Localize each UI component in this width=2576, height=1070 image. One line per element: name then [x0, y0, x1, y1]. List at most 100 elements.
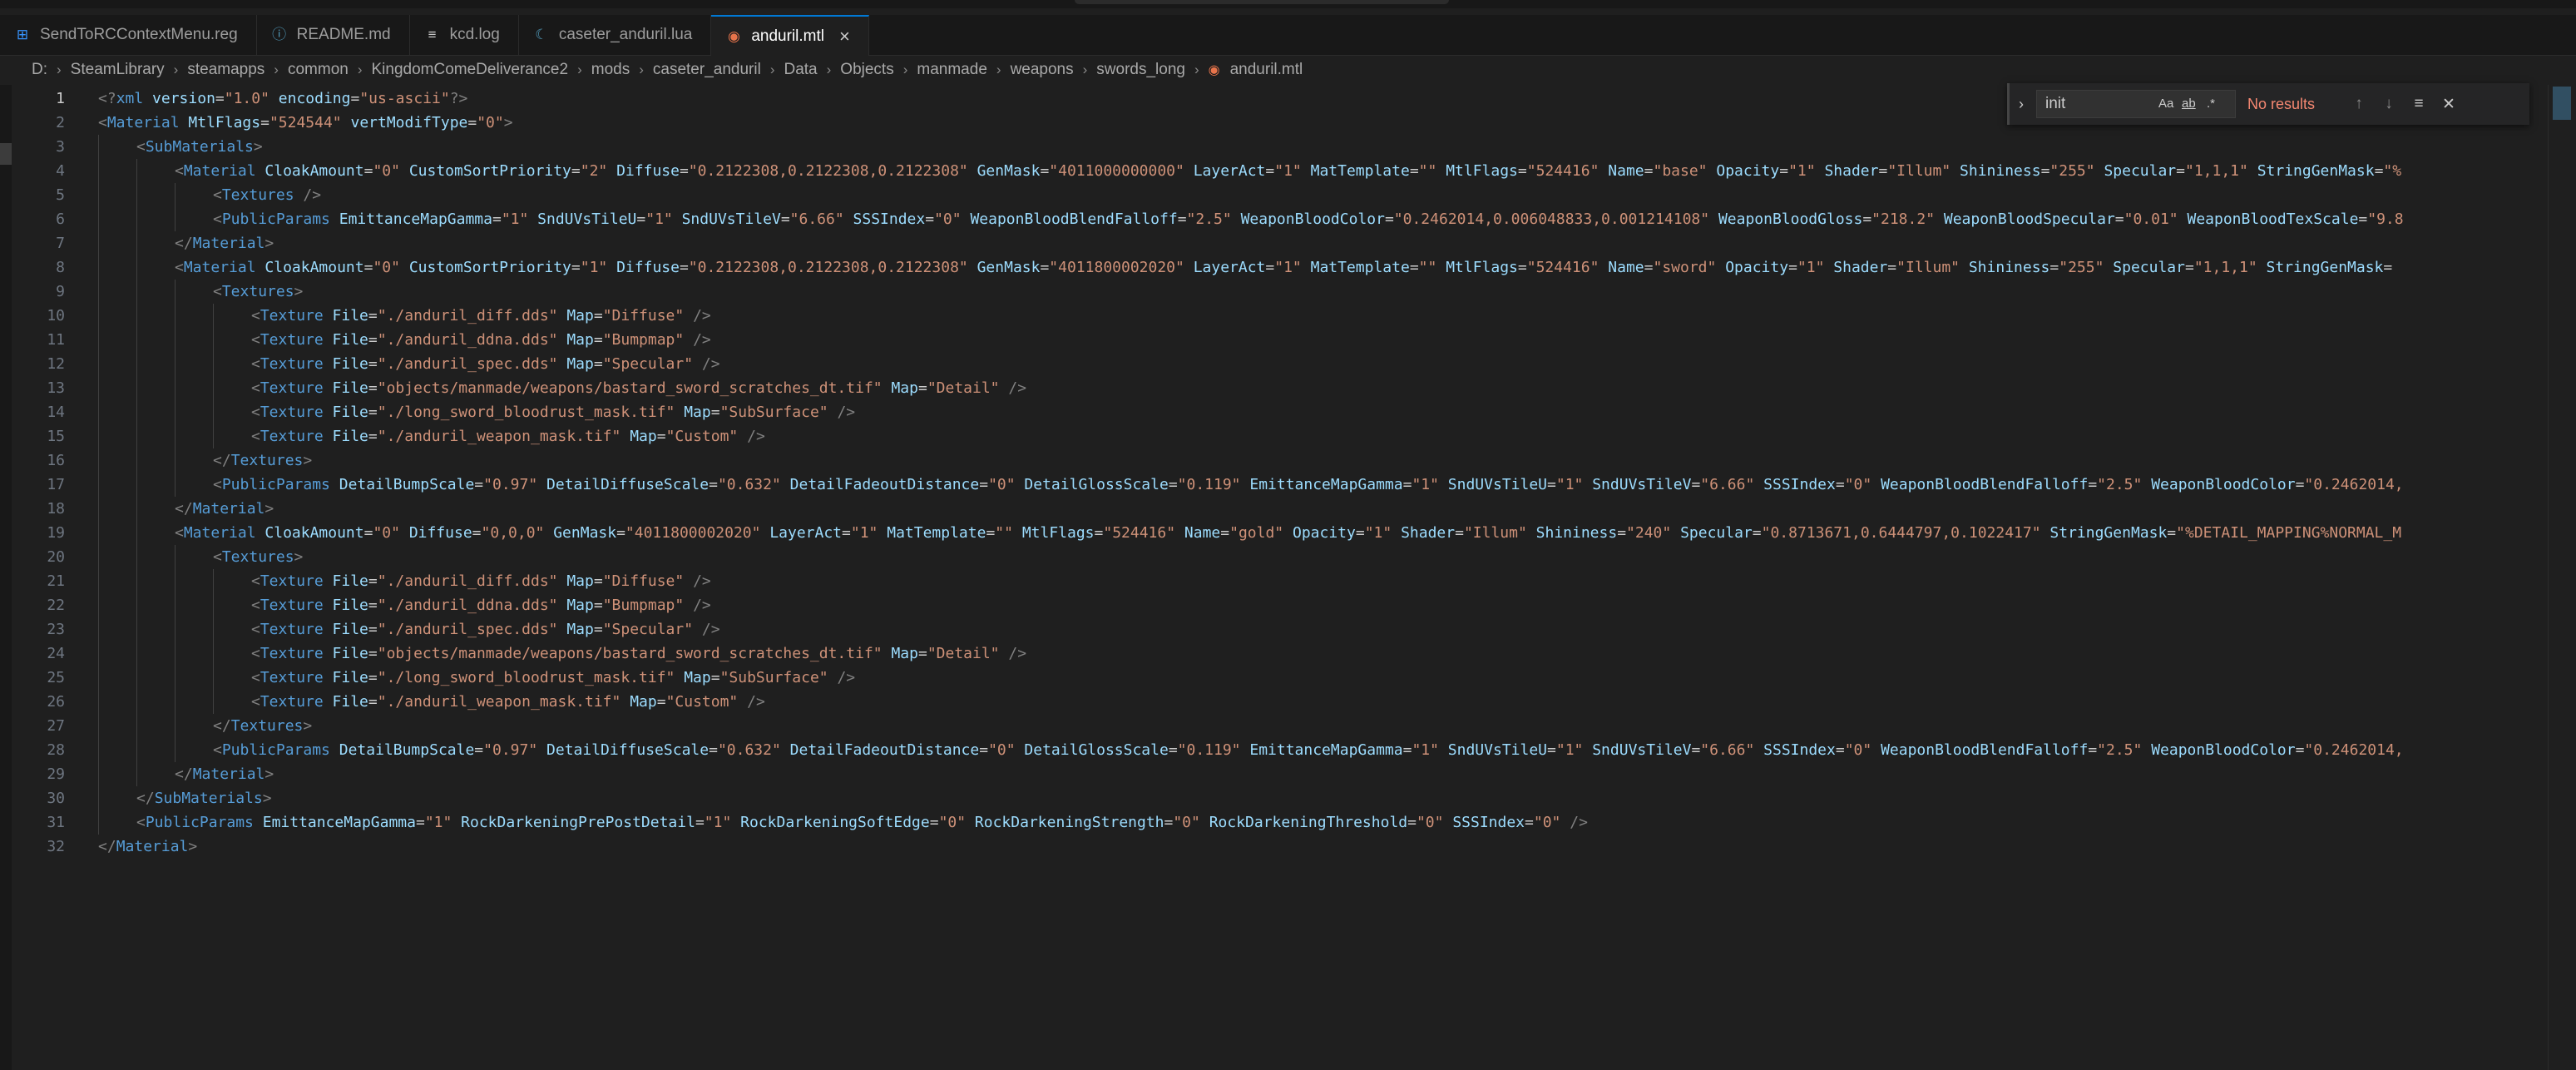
code-line[interactable]: 28 <PublicParams DetailBumpScale="0.97" D…: [12, 738, 2549, 762]
whole-word-icon[interactable]: ab: [2182, 95, 2196, 113]
code-line[interactable]: 32 </Material>: [12, 835, 2549, 859]
token-str: "2": [580, 162, 608, 180]
token-p: =: [492, 211, 502, 228]
token-br: />: [701, 355, 720, 373]
code-line[interactable]: 19 <Material CloakAmount="0" Diffuse="0,0…: [12, 521, 2549, 545]
code-line[interactable]: 21 <Texture File="./anduril_diff.dds" Map…: [12, 569, 2549, 593]
token-attr: File: [332, 404, 368, 421]
code-line[interactable]: 25 <Texture File="./long_sword_bloodrust_…: [12, 666, 2549, 690]
indent-guide: [98, 786, 99, 810]
token-p: [1184, 162, 1194, 180]
next-match-arrow-down-icon[interactable]: ↓: [2374, 95, 2404, 113]
token-p: =: [2184, 259, 2194, 276]
line-number: 20: [47, 548, 65, 566]
find-in-selection-icon[interactable]: ≡: [2404, 95, 2434, 113]
token-attr: LayerAct: [1193, 259, 1266, 276]
breadcrumb-item[interactable]: caseter_anduril: [653, 61, 761, 79]
code-line[interactable]: 4 <Material CloakAmount="0" CustomSortPri…: [12, 159, 2549, 183]
token-attr: EmittanceMapGamma: [339, 211, 492, 228]
code-line[interactable]: 17 <PublicParams DetailBumpScale="0.97" D…: [12, 473, 2549, 497]
breadcrumb-item[interactable]: D:: [32, 61, 47, 79]
token-p: [1583, 476, 1592, 493]
tab-anduril-mtl[interactable]: ◉ anduril.mtl ×: [711, 15, 869, 56]
code-line[interactable]: 24 <Texture File="objects/manmade/weapons…: [12, 642, 2549, 666]
close-icon[interactable]: ×: [839, 26, 850, 47]
tab-readme-md[interactable]: ⓘ README.md: [257, 15, 410, 55]
code-line[interactable]: 7 </Material>: [12, 231, 2549, 255]
breadcrumb-item[interactable]: weapons: [1011, 61, 1074, 79]
token-str: "0": [373, 259, 400, 276]
indent-guide: [98, 521, 99, 545]
breadcrumb-item[interactable]: Objects: [840, 61, 893, 79]
code-line[interactable]: 30 </SubMaterials>: [12, 786, 2549, 810]
token-p: [1951, 162, 1960, 180]
token-p: =: [368, 428, 378, 445]
code-line[interactable]: 5 <Textures />: [12, 183, 2549, 207]
previous-match-arrow-up-icon[interactable]: ↑: [2344, 95, 2374, 113]
code-line[interactable]: 29 </Material>: [12, 762, 2549, 786]
breadcrumb-item[interactable]: swords_long: [1096, 61, 1185, 79]
token-p: =: [1887, 259, 1897, 276]
command-center[interactable]: [1075, 0, 1449, 4]
token-p: [537, 741, 546, 759]
code-line[interactable]: 31 <PublicParams EmittanceMapGamma="1" Ro…: [12, 810, 2549, 835]
breadcrumb-item[interactable]: mods: [591, 61, 630, 79]
breadcrumb-item[interactable]: manmade: [917, 61, 987, 79]
breadcrumb-item[interactable]: KingdomComeDeliverance2: [372, 61, 569, 79]
token-attr: WeaponBloodBlendFalloff: [970, 211, 1178, 228]
code-line[interactable]: 22 <Texture File="./anduril_ddna.dds" Map…: [12, 593, 2549, 617]
token-p: =: [1455, 524, 1464, 542]
code-line[interactable]: 23 <Texture File="./anduril_spec.dds" Map…: [12, 617, 2549, 642]
code-line[interactable]: 20 <Textures>: [12, 545, 2549, 569]
token-p: =: [593, 331, 603, 349]
token-tag: Texture: [260, 331, 324, 349]
chevron-right-icon: ›: [357, 62, 363, 77]
token-p: [342, 114, 351, 131]
token-attr: File: [332, 669, 368, 686]
breadcrumb-item[interactable]: common: [288, 61, 349, 79]
code-line[interactable]: 15 <Texture File="./anduril_weapon_mask.t…: [12, 424, 2549, 448]
code-text: </Textures>: [213, 714, 312, 738]
tab-caseter-anduril-lua[interactable]: ☾ caseter_anduril.lua: [519, 15, 712, 55]
code-line[interactable]: 6 <PublicParams EmittanceMapGamma="1" Snd…: [12, 207, 2549, 231]
code-line[interactable]: 8 <Material CloakAmount="0" CustomSortPri…: [12, 255, 2549, 280]
code-line[interactable]: 10 <Texture File="./anduril_diff.dds" Map…: [12, 304, 2549, 328]
tab-kcd-log[interactable]: ≡ kcd.log: [410, 15, 519, 55]
code-line[interactable]: 26 <Texture File="./anduril_weapon_mask.t…: [12, 690, 2549, 714]
code-line[interactable]: 11 <Texture File="./anduril_ddna.dds" Map…: [12, 328, 2549, 352]
chevron-right-icon: ›: [173, 62, 179, 77]
code-line[interactable]: 16 </Textures>: [12, 448, 2549, 473]
code-text: <PublicParams EmittanceMapGamma="1" SndU…: [213, 207, 2404, 231]
minimap-slider[interactable]: [2553, 87, 2571, 120]
token-str: "4011000000000": [1049, 162, 1184, 180]
token-attr: MatTemplate: [887, 524, 986, 542]
code-line[interactable]: 13 <Texture File="objects/manmade/weapons…: [12, 376, 2549, 400]
code-line[interactable]: 18 </Material>: [12, 497, 2549, 521]
tab-sendtorccontextmenu-reg[interactable]: ⊞ SendToRCContextMenu.reg: [0, 15, 257, 55]
breadcrumb-item[interactable]: SteamLibrary: [71, 61, 165, 79]
breadcrumb-item[interactable]: Data: [784, 61, 817, 79]
token-p: [324, 355, 333, 373]
token-p: [1000, 645, 1009, 662]
breadcrumb-item[interactable]: steamapps: [187, 61, 265, 79]
code-line[interactable]: 12 <Texture File="./anduril_spec.dds" Map…: [12, 352, 2549, 376]
token-attr: File: [332, 428, 368, 445]
token-p: =: [1644, 162, 1654, 180]
code-line[interactable]: 14 <Texture File="./long_sword_bloodrust_…: [12, 400, 2549, 424]
indent-guide: [98, 569, 99, 593]
token-attr: SndUVsTileU: [1447, 741, 1548, 759]
match-case-icon[interactable]: Aa: [2158, 95, 2173, 113]
toggle-replace-chevron-icon[interactable]: ›: [2010, 96, 2033, 113]
gutter-marker: [0, 143, 12, 165]
code-line[interactable]: 27 </Textures>: [12, 714, 2549, 738]
regex-icon[interactable]: .*: [2207, 95, 2215, 113]
code-editor[interactable]: 1 <?xml version="1.0" encoding="us-ascii"…: [12, 87, 2549, 1070]
code-line[interactable]: 9 <Textures>: [12, 280, 2549, 304]
token-p: [966, 814, 975, 831]
vertical-scrollbar[interactable]: [2548, 85, 2576, 1070]
code-line[interactable]: 3 <SubMaterials>: [12, 135, 2549, 159]
close-icon[interactable]: ✕: [2434, 95, 2464, 114]
indent-guide: [98, 762, 99, 786]
find-input[interactable]: [2045, 95, 2145, 113]
breadcrumb-item[interactable]: anduril.mtl: [1230, 61, 1303, 79]
